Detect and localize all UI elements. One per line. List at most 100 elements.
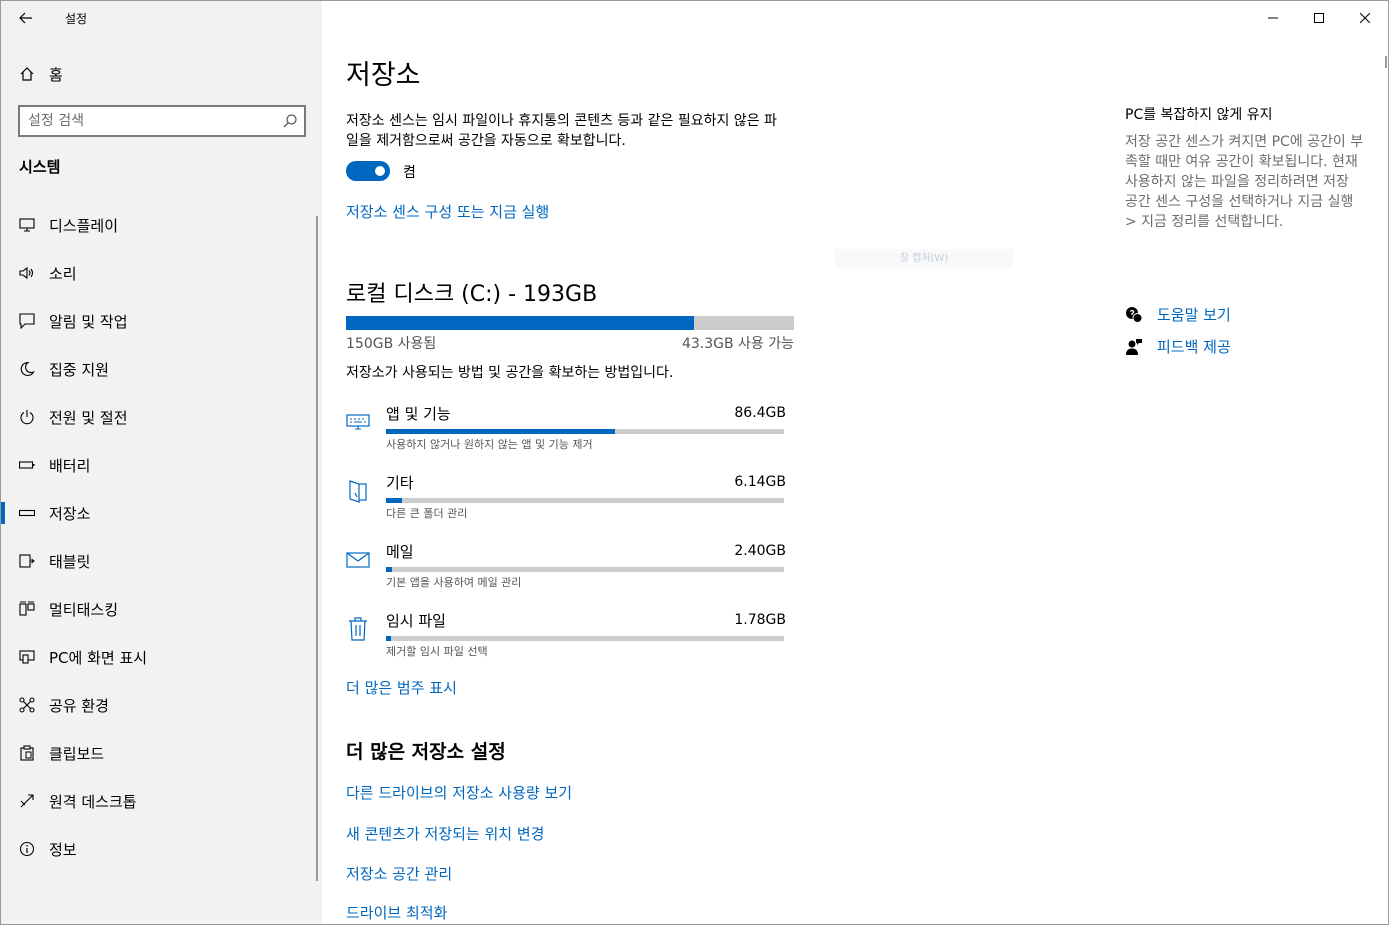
sidebar-item-remote-desktop[interactable]: 원격 데스크톱 — [1, 777, 322, 825]
category-subtitle: 사용하지 않거나 원하지 않는 앱 및 기능 제거 — [386, 438, 593, 451]
search-icon[interactable] — [282, 113, 298, 129]
info-icon — [18, 840, 36, 858]
change-save-location-link[interactable]: 새 콘텐츠가 저장되는 위치 변경 — [346, 823, 544, 844]
speaker-icon — [18, 264, 36, 282]
category-bar — [386, 636, 784, 641]
help-chat-icon — [1126, 307, 1143, 323]
give-feedback-row[interactable]: 피드백 제공 — [1125, 336, 1365, 358]
category-size: 6.14GB — [734, 474, 786, 490]
storage-sense-toggle[interactable] — [346, 161, 390, 181]
moon-icon — [18, 360, 36, 378]
category-subtitle: 제거할 임시 파일 선택 — [386, 645, 488, 658]
sidebar-item-about[interactable]: 정보 — [1, 825, 322, 873]
category-bar — [386, 429, 784, 434]
shared-experiences-icon — [18, 696, 36, 714]
category-subtitle: 기본 앱을 사용하여 메일 관리 — [386, 576, 522, 589]
sidebar-item-notifications[interactable]: 알림 및 작업 — [1, 297, 322, 345]
category-bar-fill — [386, 429, 616, 434]
back-button[interactable] — [11, 5, 41, 31]
sidebar-item-label: 태블릿 — [49, 552, 91, 571]
other-drives-usage-link[interactable]: 다른 드라이브의 저장소 사용량 보기 — [346, 782, 572, 803]
get-help-link[interactable]: 도움말 보기 — [1157, 304, 1231, 325]
page-title: 저장소 — [346, 60, 421, 91]
sidebar-nav: 디스플레이 소리 알림 및 작업 집중 지원 전원 및 절전 배터리 저장소 태… — [1, 201, 322, 873]
remote-desktop-icon — [18, 792, 36, 810]
sidebar-item-power[interactable]: 전원 및 절전 — [1, 393, 322, 441]
toggle-state-label: 켬 — [403, 165, 416, 181]
storage-sense-description: 저장소 센스는 임시 파일이나 휴지통의 콘텐츠 등과 같은 필요하지 않은 파… — [346, 113, 777, 149]
tablet-icon — [18, 552, 36, 570]
category-bar-fill — [386, 498, 402, 503]
power-icon — [18, 408, 36, 426]
disk-usage-fill — [346, 316, 695, 330]
disk-title: 로컬 디스크 (C:) - 193GB — [346, 282, 598, 307]
sidebar-item-multitasking[interactable]: 멀티태스킹 — [1, 585, 322, 633]
main-content: 저장소 저장소 센스는 임시 파일이나 휴지통의 콘텐츠 등과 같은 필요하지 … — [323, 1, 1083, 924]
sidebar-item-shared-experiences[interactable]: 공유 환경 — [1, 681, 322, 729]
multitasking-icon — [18, 600, 36, 618]
sidebar-item-projecting[interactable]: PC에 화면 표시 — [1, 633, 322, 681]
related-pane: PC를 복잡하지 않게 유지 저장 공간 센스가 켜지면 PC에 공간이 부족할… — [1125, 1, 1375, 924]
sidebar-item-label: PC에 화면 표시 — [49, 648, 148, 667]
search-box[interactable] — [18, 105, 306, 137]
sidebar-item-sound[interactable]: 소리 — [1, 249, 322, 297]
app-title: 설정 — [65, 12, 88, 26]
notification-icon — [18, 312, 36, 330]
sidebar-item-label: 공유 환경 — [49, 696, 109, 715]
disk-description: 저장소가 사용되는 방법 및 공간을 확보하는 방법입니다. — [346, 365, 674, 381]
apps-icon — [346, 409, 370, 435]
sidebar-item-label: 집중 지원 — [49, 360, 109, 379]
mail-icon — [346, 547, 370, 573]
sidebar-item-battery[interactable]: 배터리 — [1, 441, 322, 489]
sidebar: 설정 홈 시스템 디스플레이 소리 알림 및 작업 — [1, 1, 322, 924]
sidebar-item-label: 배터리 — [49, 456, 91, 475]
category-size: 2.40GB — [734, 543, 786, 559]
sidebar-item-label: 소리 — [49, 264, 77, 283]
disk-used-label: 150GB 사용됨 — [346, 336, 437, 352]
category-subtitle: 다른 큰 폴더 관리 — [386, 507, 468, 520]
category-bar — [386, 567, 784, 572]
sidebar-scrollbar[interactable] — [316, 216, 318, 881]
category-name: 임시 파일 — [386, 612, 446, 630]
category-temp-files[interactable]: 임시 파일 1.78GB 제거할 임시 파일 선택 — [346, 610, 786, 670]
sidebar-item-storage[interactable]: 저장소 — [1, 489, 322, 537]
category-bar-fill — [386, 567, 393, 572]
manage-storage-spaces-link[interactable]: 저장소 공간 관리 — [346, 863, 452, 884]
sidebar-item-tablet[interactable]: 태블릿 — [1, 537, 322, 585]
storage-icon — [18, 504, 36, 522]
more-storage-settings-heading: 더 많은 저장소 설정 — [346, 741, 506, 763]
configure-storage-sense-link[interactable]: 저장소 센스 구성 또는 지금 실행 — [346, 201, 549, 222]
home-label: 홈 — [49, 65, 63, 84]
optimize-drives-link[interactable]: 드라이브 최적화 — [346, 902, 447, 923]
related-description: 저장 공간 센스가 켜지면 PC에 공간이 부족할 때만 여유 공간이 확보됩니… — [1125, 134, 1364, 230]
main-scrollbar-thumb[interactable] — [1385, 56, 1387, 68]
give-feedback-link[interactable]: 피드백 제공 — [1157, 336, 1231, 357]
section-title: 시스템 — [19, 158, 61, 176]
category-apps[interactable]: 앱 및 기능 86.4GB 사용하지 않거나 원하지 않는 앱 및 기능 제거 — [346, 403, 786, 463]
category-size: 86.4GB — [734, 405, 786, 421]
sidebar-item-clipboard[interactable]: 클립보드 — [1, 729, 322, 777]
sidebar-item-label: 디스플레이 — [49, 216, 119, 235]
disk-free-label: 43.3GB 사용 가능 — [681, 336, 794, 352]
sidebar-item-label: 클립보드 — [49, 744, 105, 763]
home-nav-item[interactable]: 홈 — [1, 57, 322, 91]
sidebar-item-label: 원격 데스크톱 — [49, 792, 137, 811]
sidebar-item-label: 정보 — [49, 840, 77, 859]
clipboard-icon — [18, 744, 36, 762]
sidebar-item-label: 저장소 — [49, 504, 91, 523]
sidebar-item-focus-assist[interactable]: 집중 지원 — [1, 345, 322, 393]
sidebar-item-display[interactable]: 디스플레이 — [1, 201, 322, 249]
window-capture-tooltip: 창 캡처(W) — [835, 249, 1013, 269]
show-more-categories-link[interactable]: 더 많은 범주 표시 — [346, 677, 457, 698]
category-other[interactable]: 기타 6.14GB 다른 큰 폴더 관리 — [346, 472, 786, 532]
category-mail[interactable]: 메일 2.40GB 기본 앱을 사용하여 메일 관리 — [346, 541, 786, 601]
search-input[interactable] — [28, 111, 273, 131]
category-name: 앱 및 기능 — [386, 405, 451, 423]
battery-icon — [18, 456, 36, 474]
get-help-row[interactable]: 도움말 보기 — [1125, 304, 1365, 326]
projecting-icon — [18, 648, 36, 666]
display-icon — [18, 216, 36, 234]
folder-icon — [346, 478, 370, 504]
category-bar-fill — [386, 636, 391, 641]
feedback-person-icon — [1126, 339, 1142, 355]
